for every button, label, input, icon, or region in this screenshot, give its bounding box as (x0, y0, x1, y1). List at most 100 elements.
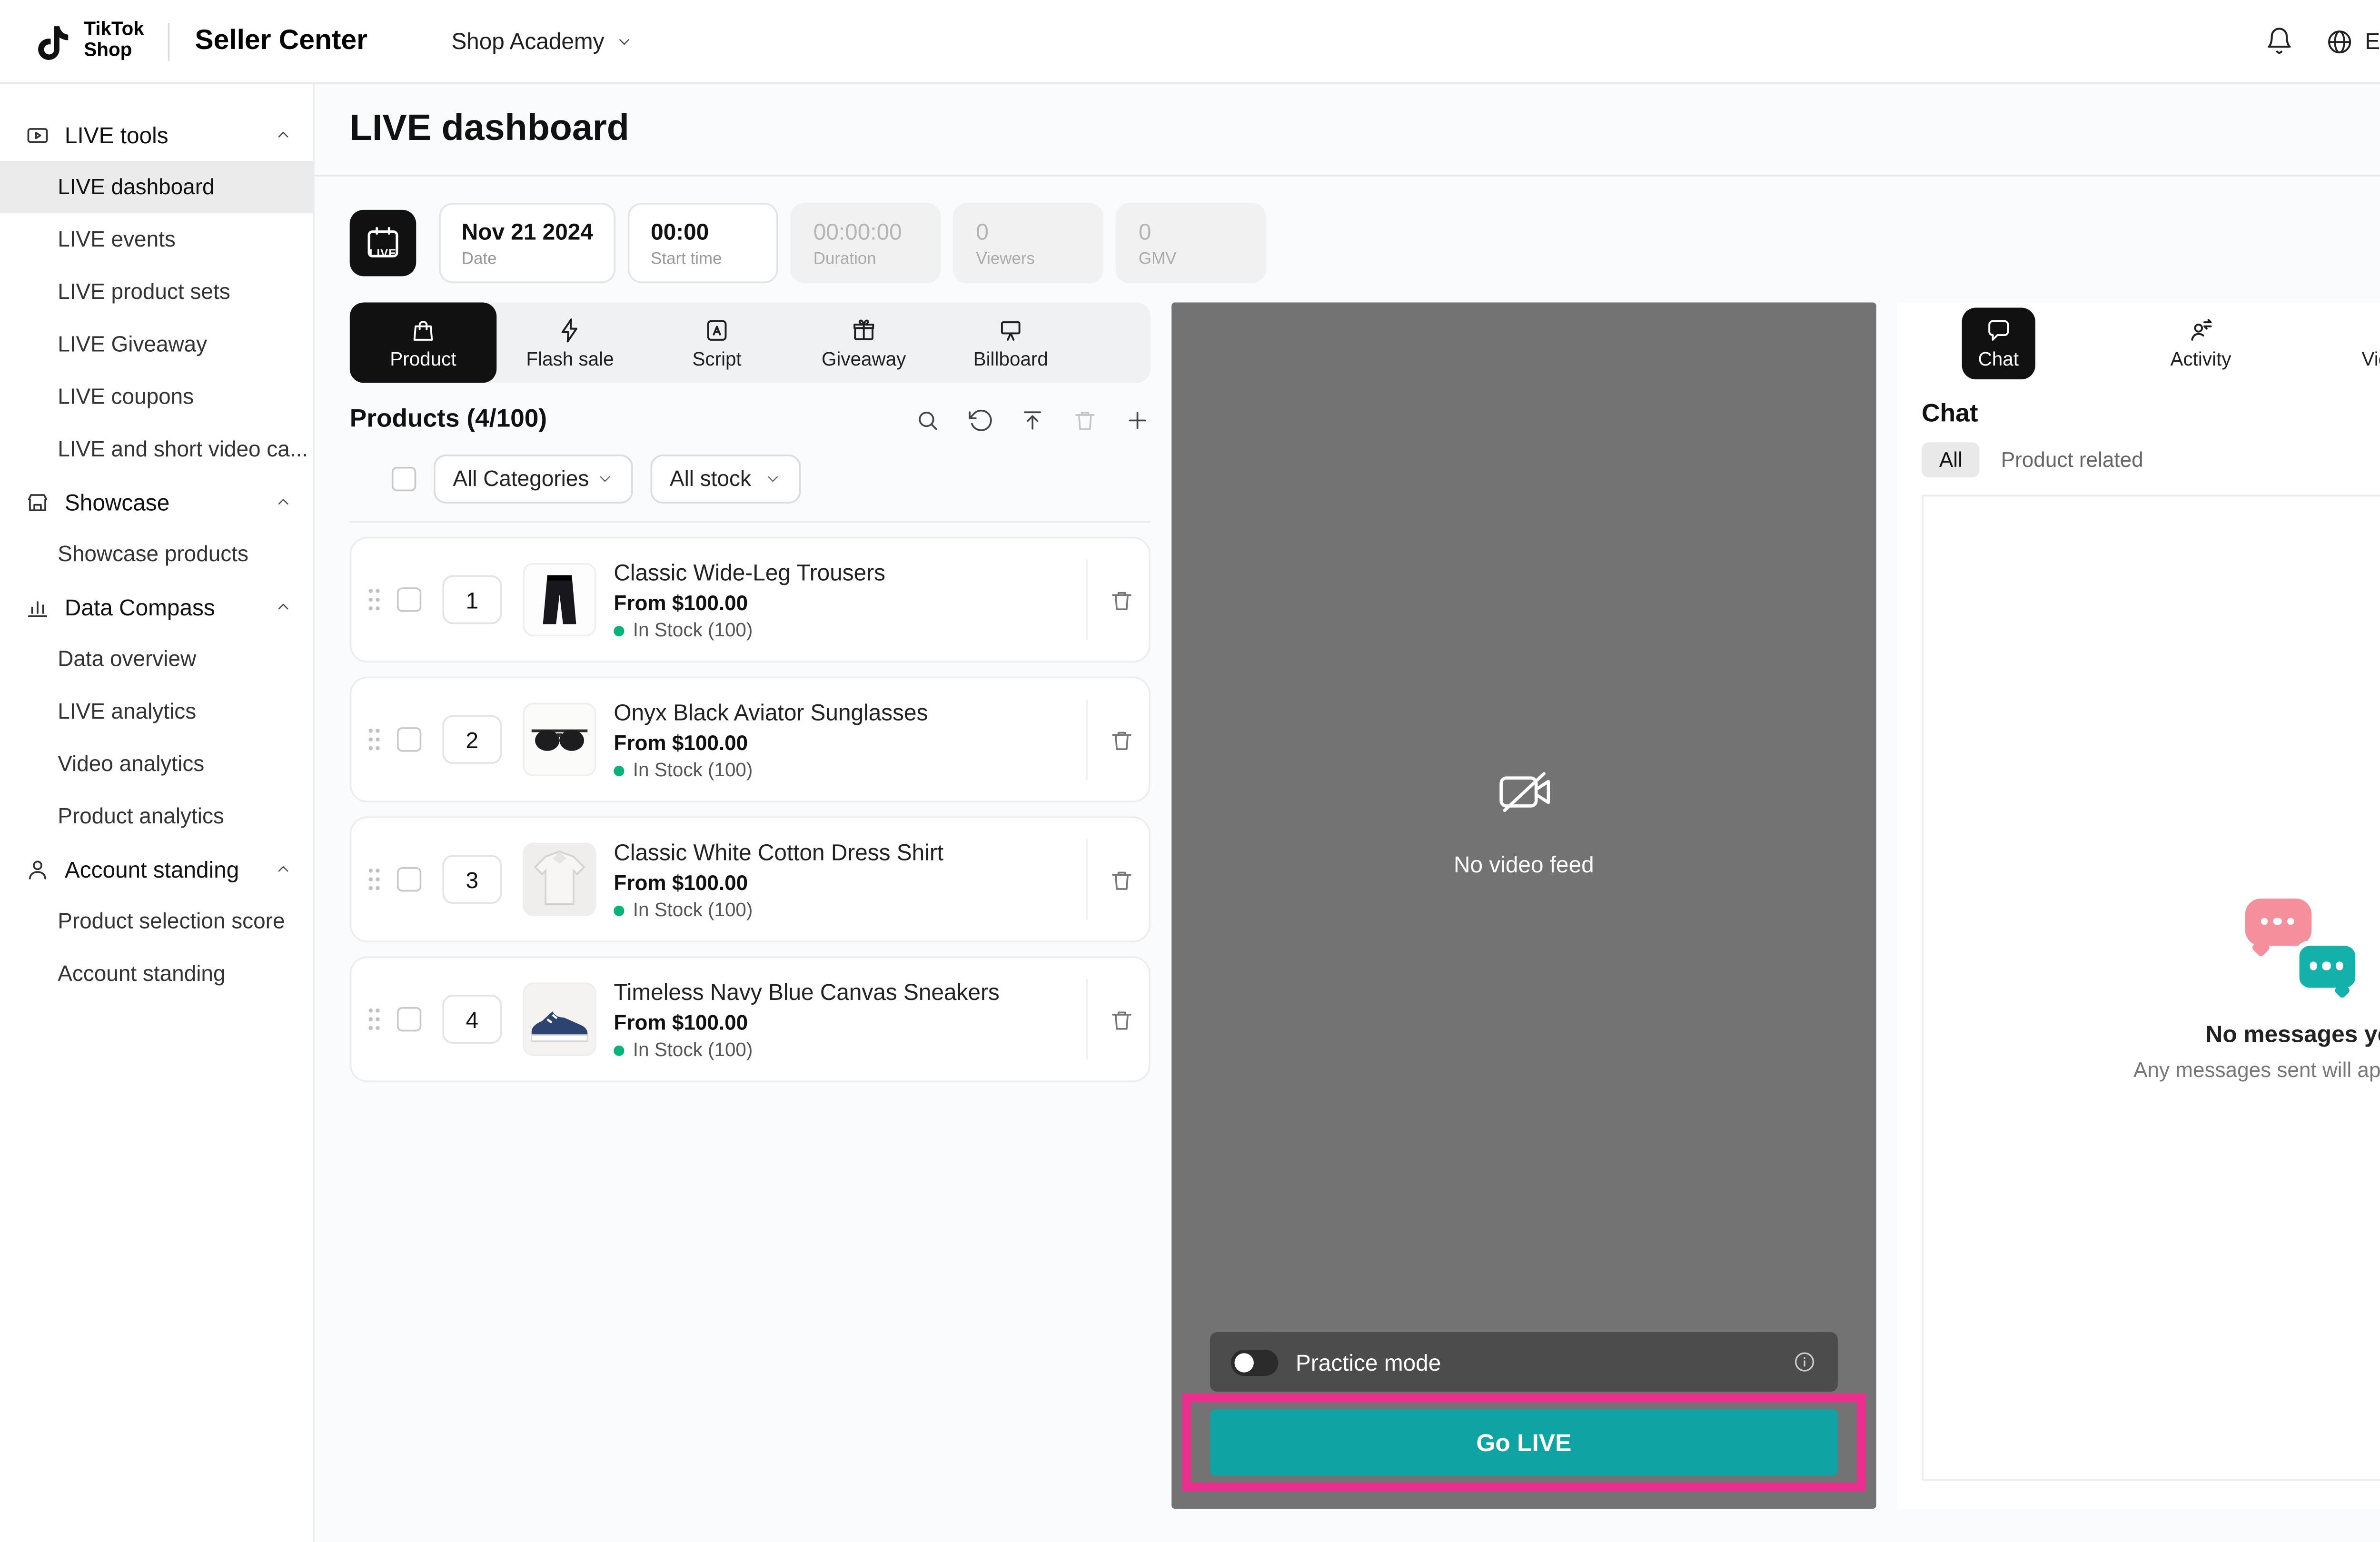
sidebar: LIVE tools LIVE dashboard LIVE events LI… (0, 84, 315, 1542)
stock-filter-value: All stock (670, 467, 751, 491)
sidebar-item-live-product-sets[interactable]: LIVE product sets (0, 266, 313, 318)
sidebar-item-live-giveaway[interactable]: LIVE Giveaway (0, 318, 313, 371)
chevron-up-icon (275, 126, 292, 143)
right-tabs: Chat Activity Violatio (1897, 303, 2380, 383)
stock-filter-select[interactable]: All stock (651, 455, 801, 504)
product-checkbox[interactable] (397, 727, 421, 751)
delete-product-icon[interactable] (1109, 866, 1135, 892)
chat-filter-all[interactable]: All (1922, 442, 1980, 477)
stock-status-dot (614, 765, 624, 775)
practice-mode-info-icon[interactable] (1792, 1350, 1816, 1374)
product-row: 3 Classic White Cotton Dress Shirt From … (350, 817, 1150, 942)
chevron-down-icon (596, 470, 614, 488)
live-calendar-badge: LIVE (350, 210, 416, 277)
chevron-down-icon (615, 32, 633, 50)
sidebar-item-video-analytics[interactable]: Video analytics (0, 738, 313, 790)
language-label: English (2365, 28, 2380, 54)
product-price: From $100.00 (614, 730, 928, 754)
search-icon[interactable] (914, 406, 941, 433)
practice-mode-bar: Practice mode (1210, 1332, 1838, 1392)
product-checkbox[interactable] (397, 1007, 421, 1031)
tab-giveaway[interactable]: Giveaway (790, 303, 937, 383)
go-live-button[interactable]: Go LIVE (1210, 1409, 1838, 1476)
tab-violations[interactable]: Violations (2302, 303, 2380, 383)
category-filter-select[interactable]: All Categories (434, 455, 633, 504)
tab-billboard[interactable]: Billboard (937, 303, 1084, 383)
product-name: Timeless Navy Blue Canvas Sneakers (614, 978, 999, 1004)
giveaway-gift-icon (850, 316, 878, 344)
stock-status-dot (614, 1045, 624, 1055)
viewers-label: Viewers (976, 249, 1081, 268)
sidebar-item-data-overview[interactable]: Data overview (0, 633, 313, 685)
sidebar-item-showcase-products[interactable]: Showcase products (0, 528, 313, 580)
move-to-top-icon[interactable] (1020, 406, 1046, 433)
activity-icon (2187, 316, 2215, 344)
chevron-down-icon (764, 470, 782, 488)
tab-chat[interactable]: Chat (1897, 303, 2100, 383)
sidebar-section-label: Showcase (65, 489, 169, 515)
product-position-input[interactable]: 3 (442, 855, 502, 904)
tab-product[interactable]: Product (350, 303, 497, 383)
products-list: 1 Classic Wide-Leg Trousers From $100.00… (350, 523, 1150, 1509)
product-stock: In Stock (100) (633, 900, 753, 920)
delete-product-icon[interactable] (1109, 1006, 1135, 1032)
product-position-input[interactable]: 1 (442, 575, 502, 624)
revert-icon[interactable] (967, 406, 993, 433)
sidebar-section-label: Account standing (65, 856, 239, 882)
select-all-checkbox[interactable] (392, 467, 416, 491)
tiktok-shop-logo[interactable]: TikTok Shop (31, 20, 144, 62)
products-panel: Product Flash sale Script Giveaway (350, 303, 1150, 1509)
chat-filter-product-related[interactable]: Product related (2001, 447, 2143, 472)
sidebar-item-product-analytics[interactable]: Product analytics (0, 790, 313, 842)
product-checkbox[interactable] (397, 587, 421, 612)
product-position-input[interactable]: 2 (442, 715, 502, 764)
delete-product-icon[interactable] (1109, 726, 1135, 752)
live-info-bar: LIVE Nov 21 2024 Date 00:00 Start time 0… (350, 198, 2380, 288)
duration-field: 00:00:00 Duration (791, 203, 941, 283)
product-row: 2 Onyx Black Aviator Sunglasses From $10… (350, 677, 1150, 802)
tab-flash-sale[interactable]: Flash sale (496, 303, 644, 383)
tab-label: Billboard (973, 349, 1048, 370)
shop-academy-menu[interactable]: Shop Academy (451, 28, 632, 54)
products-count-title: Products (4/100) (350, 405, 547, 434)
delete-product-icon[interactable] (1109, 586, 1135, 613)
chat-bubbles-illustration (2244, 894, 2360, 992)
account-standing-icon (24, 856, 50, 882)
start-time-label: Start time (651, 249, 755, 268)
sidebar-section-live-tools[interactable]: LIVE tools (0, 109, 313, 161)
tab-script[interactable]: Script (644, 303, 791, 383)
sidebar-item-product-selection-score[interactable]: Product selection score (0, 895, 313, 948)
sidebar-item-live-coupons[interactable]: LIVE coupons (0, 371, 313, 423)
sidebar-item-live-dashboard[interactable]: LIVE dashboard (0, 161, 313, 213)
viewers-field: 0 Viewers (953, 203, 1104, 283)
start-time-field[interactable]: 00:00 Start time (628, 203, 778, 283)
sidebar-item-live-short-video[interactable]: LIVE and short video ca... (0, 423, 313, 475)
drag-handle-icon[interactable] (366, 584, 383, 615)
product-position-input[interactable]: 4 (442, 995, 502, 1044)
gmv-field: 0 GMV (1116, 203, 1266, 283)
sidebar-item-live-analytics[interactable]: LIVE analytics (0, 685, 313, 738)
sidebar-section-showcase[interactable]: Showcase (0, 475, 313, 528)
billboard-icon (997, 316, 1025, 344)
practice-mode-toggle[interactable] (1231, 1349, 1278, 1375)
sidebar-item-live-events[interactable]: LIVE events (0, 213, 313, 266)
language-selector[interactable]: English (2326, 27, 2380, 55)
product-checkbox[interactable] (397, 867, 421, 891)
tab-label: Giveaway (822, 349, 906, 370)
product-name: Classic White Cotton Dress Shirt (614, 838, 943, 864)
product-price: From $100.00 (614, 590, 885, 614)
sidebar-section-account-standing[interactable]: Account standing (0, 843, 313, 895)
brand-text: TikTok Shop (84, 21, 144, 61)
teal-chat-bubble-icon (2293, 939, 2360, 992)
drag-handle-icon[interactable] (366, 864, 383, 895)
chat-empty-subtitle: Any messages sent will appear here (2133, 1057, 2380, 1081)
drag-handle-icon[interactable] (366, 724, 383, 755)
add-product-icon[interactable] (1124, 406, 1150, 433)
date-field[interactable]: Nov 21 2024 Date (439, 203, 616, 283)
notifications-bell-icon[interactable] (2265, 26, 2295, 56)
product-stock: In Stock (100) (633, 1039, 753, 1060)
sidebar-item-account-standing[interactable]: Account standing (0, 948, 313, 1000)
sidebar-section-data-compass[interactable]: Data Compass (0, 581, 313, 633)
drag-handle-icon[interactable] (366, 1004, 383, 1035)
tab-activity[interactable]: Activity (2100, 303, 2302, 383)
